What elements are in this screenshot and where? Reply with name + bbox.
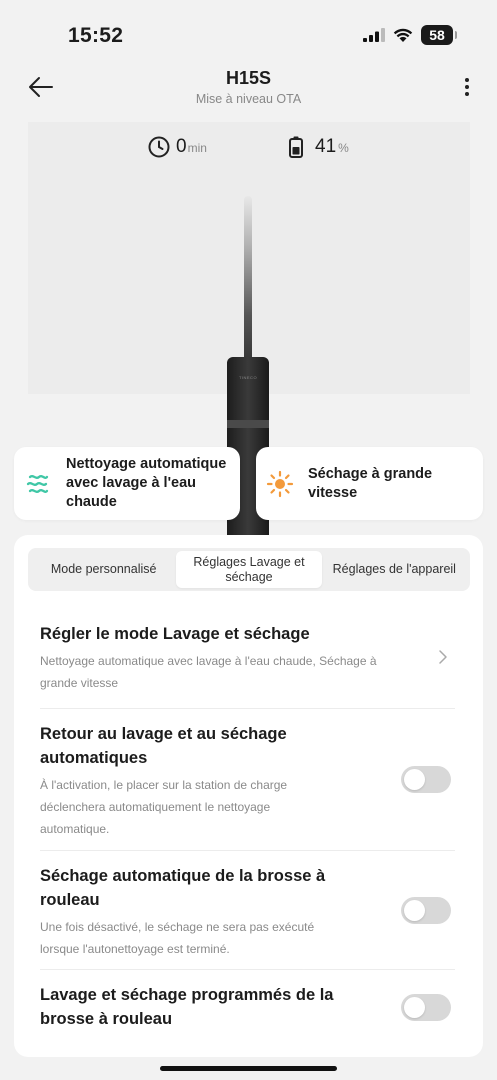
wash-dry-mode-row[interactable]: Régler le mode Lavage et séchage Nettoya…: [40, 622, 450, 694]
auto-return-wash-desc: À l'activation, le placer sur la station…: [40, 778, 288, 836]
device-brand-label: TINECO: [238, 375, 258, 380]
wash-dry-mode-desc: Nettoyage automatique avec lavage à l'ea…: [40, 654, 377, 690]
status-time: 15:52: [68, 24, 124, 47]
roller-auto-dry-desc: Une fois désactivé, le séchage ne sera p…: [40, 920, 315, 956]
settings-panel: Mode personnalisé Réglages Lavage et séc…: [14, 535, 483, 1057]
ota-update-link[interactable]: Mise à niveau OTA: [0, 92, 497, 106]
settings-tabs: Mode personnalisé Réglages Lavage et séc…: [28, 548, 470, 591]
battery-unit: %: [338, 141, 349, 155]
roller-auto-dry-row: Séchage automatique de la brosse à roule…: [40, 864, 450, 960]
tab-wash-dry-settings[interactable]: Réglages Lavage et séchage: [176, 551, 322, 588]
auto-return-wash-toggle[interactable]: [401, 766, 451, 793]
hot-water-wash-icon: [26, 474, 49, 493]
scheduled-roller-wash-row: Lavage et séchage programmés de la bross…: [40, 983, 450, 1031]
divider: [40, 708, 455, 709]
roller-auto-dry-title: Séchage automatique de la brosse à roule…: [40, 867, 326, 909]
scheduled-roller-wash-title: Lavage et séchage programmés de la bross…: [40, 986, 334, 1028]
divider: [40, 850, 455, 851]
status-icons: 58: [363, 25, 457, 45]
wifi-icon: [393, 28, 413, 42]
scheduled-roller-wash-toggle[interactable]: [401, 994, 451, 1021]
clock-icon: [148, 136, 170, 158]
cleaning-time-unit: min: [187, 141, 207, 155]
high-speed-dry-label: Séchage à grande vitesse: [308, 465, 433, 501]
tab-device-settings[interactable]: Réglages de l'appareil: [322, 551, 467, 588]
hot-water-wash-label: Nettoyage automatique avec lavage à l'ea…: [66, 456, 227, 510]
battery-stat: 41 %: [289, 136, 349, 158]
sun-dry-icon: [266, 470, 294, 497]
high-speed-dry-card[interactable]: Séchage à grande vitesse: [256, 447, 483, 520]
signal-icon: [363, 28, 385, 42]
page-title: H15S: [225, 68, 272, 88]
more-options-icon[interactable]: [457, 72, 477, 102]
divider: [40, 969, 455, 970]
header: H15S Mise à niveau OTA: [0, 60, 497, 116]
roller-auto-dry-toggle[interactable]: [401, 897, 451, 924]
wash-dry-mode-title: Régler le mode Lavage et séchage: [40, 625, 310, 643]
device-handle: [244, 196, 252, 366]
auto-return-wash-row: Retour au lavage et au séchage automatiq…: [40, 722, 450, 840]
auto-return-wash-title: Retour au lavage et au séchage automatiq…: [40, 725, 287, 767]
battery-icon: [289, 136, 303, 158]
hot-water-wash-card[interactable]: Nettoyage automatique avec lavage à l'ea…: [14, 447, 240, 520]
chevron-right-icon[interactable]: [437, 649, 449, 665]
cleaning-time-value: 0: [176, 136, 187, 157]
cleaning-time-stat: 0 min: [148, 136, 207, 158]
home-indicator[interactable]: [160, 1066, 337, 1071]
status-bar: 15:52 58: [0, 0, 497, 60]
battery-value: 41: [315, 136, 337, 157]
battery-level-badge: 58: [421, 25, 457, 45]
device-ring: [227, 420, 269, 428]
tab-custom-mode[interactable]: Mode personnalisé: [31, 551, 176, 588]
